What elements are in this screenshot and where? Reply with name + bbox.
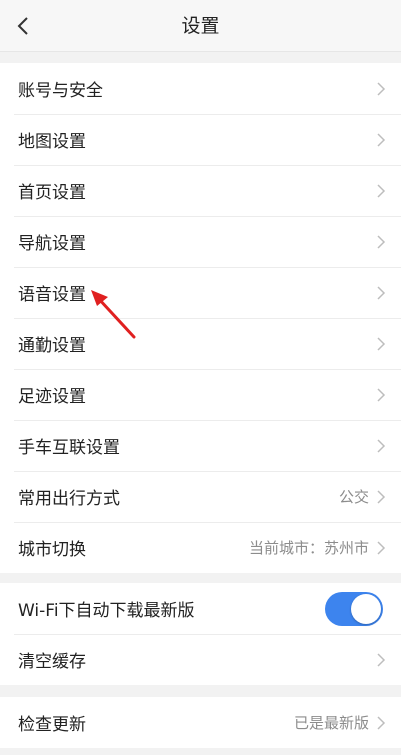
row-label: 通勤设置 xyxy=(18,336,86,356)
chevron-right-icon xyxy=(375,132,387,148)
row-commute-settings[interactable]: 通勤设置 xyxy=(0,318,401,369)
row-label: 首页设置 xyxy=(18,183,86,203)
row-label: 语音设置 xyxy=(18,285,86,305)
row-label: 城市切换 xyxy=(18,540,86,560)
row-check-update[interactable]: 检查更新 已是最新版 xyxy=(0,697,401,748)
chevron-right-icon xyxy=(375,715,387,731)
chevron-right-icon xyxy=(375,183,387,199)
row-voice-settings[interactable]: 语音设置 xyxy=(0,267,401,318)
chevron-right-icon xyxy=(375,81,387,97)
row-account-security[interactable]: 账号与安全 xyxy=(0,63,401,114)
chevron-right-icon xyxy=(375,234,387,250)
row-label: 足迹设置 xyxy=(18,387,86,407)
settings-group-main: 账号与安全 地图设置 首页设置 导航设置 语音设置 通勤设置 足迹设置 手车互联… xyxy=(0,63,401,573)
row-footprint-settings[interactable]: 足迹设置 xyxy=(0,369,401,420)
row-wifi-auto-download: Wi-Fi下自动下载最新版 xyxy=(0,583,401,634)
row-label: 导航设置 xyxy=(18,234,86,254)
wifi-download-toggle[interactable] xyxy=(325,591,383,626)
row-home-settings[interactable]: 首页设置 xyxy=(0,165,401,216)
chevron-right-icon xyxy=(375,438,387,454)
row-label: 常用出行方式 xyxy=(18,489,120,509)
row-label: 地图设置 xyxy=(18,132,86,152)
settings-group-update: 检查更新 已是最新版 xyxy=(0,697,401,748)
row-value: 已是最新版 xyxy=(293,714,369,732)
row-label: 清空缓存 xyxy=(18,652,86,672)
nav-bar: 设置 xyxy=(0,0,401,52)
row-clear-cache[interactable]: 清空缓存 xyxy=(0,634,401,685)
row-label: 手车互联设置 xyxy=(18,438,120,458)
row-car-connect-settings[interactable]: 手车互联设置 xyxy=(0,420,401,471)
row-label: Wi-Fi下自动下载最新版 xyxy=(18,601,195,621)
toggle-knob xyxy=(351,593,381,624)
chevron-right-icon xyxy=(375,652,387,668)
page-title: 设置 xyxy=(181,15,220,37)
row-value: 公交 xyxy=(338,488,369,506)
chevron-right-icon xyxy=(375,285,387,301)
chevron-right-icon xyxy=(375,336,387,352)
chevron-right-icon xyxy=(375,489,387,505)
row-label: 账号与安全 xyxy=(18,81,103,101)
row-city-switch[interactable]: 城市切换 当前城市：苏州市 xyxy=(0,522,401,573)
chevron-right-icon xyxy=(375,387,387,403)
chevron-right-icon xyxy=(375,540,387,556)
row-map-settings[interactable]: 地图设置 xyxy=(0,114,401,165)
row-label: 检查更新 xyxy=(18,715,86,735)
row-travel-mode[interactable]: 常用出行方式 公交 xyxy=(0,471,401,522)
row-value: 当前城市：苏州市 xyxy=(248,539,369,557)
settings-group-data: Wi-Fi下自动下载最新版 清空缓存 xyxy=(0,583,401,685)
row-navigation-settings[interactable]: 导航设置 xyxy=(0,216,401,267)
